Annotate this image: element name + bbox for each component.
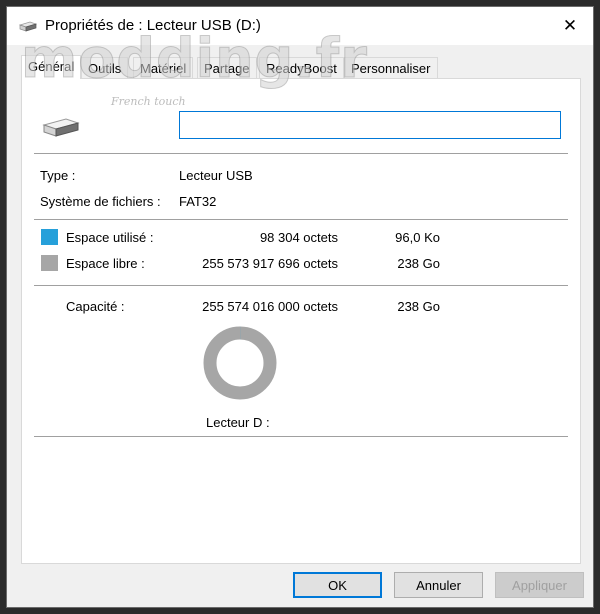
free-space-swatch bbox=[41, 255, 58, 271]
apply-button[interactable]: Appliquer bbox=[495, 572, 584, 598]
used-space-label: Espace utilisé : bbox=[66, 230, 154, 245]
drive-name-input[interactable] bbox=[179, 111, 561, 139]
tab-partage[interactable]: Partage bbox=[197, 57, 257, 78]
used-space-swatch bbox=[41, 229, 58, 245]
file-system-value: FAT32 bbox=[179, 194, 217, 209]
title-bar: Propriétés de : Lecteur USB (D:) ✕ bbox=[7, 7, 593, 45]
general-tab-panel: Type : Lecteur USB Système de fichiers :… bbox=[21, 78, 581, 564]
file-system-label: Système de fichiers : bbox=[40, 194, 161, 209]
tab-personnaliser[interactable]: Personnaliser bbox=[344, 57, 438, 78]
drive-letter-label: Lecteur D : bbox=[206, 415, 270, 430]
window-title: Propriétés de : Lecteur USB (D:) bbox=[45, 17, 261, 34]
tab-materiel[interactable]: Matériel bbox=[133, 57, 194, 78]
close-icon: ✕ bbox=[562, 16, 578, 35]
tab-general[interactable]: Général bbox=[21, 55, 82, 79]
usb-drive-icon bbox=[18, 21, 38, 36]
type-label: Type : bbox=[40, 168, 76, 183]
close-button[interactable]: ✕ bbox=[547, 7, 593, 45]
capacity-label: Capacité : bbox=[66, 299, 125, 314]
used-space-size: 96,0 Ko bbox=[395, 230, 440, 245]
free-space-label: Espace libre : bbox=[66, 256, 145, 271]
separator bbox=[34, 436, 568, 437]
used-space-bytes: 98 304 octets bbox=[259, 230, 338, 245]
free-space-bytes: 255 573 917 696 octets bbox=[202, 256, 338, 271]
capacity-bytes: 255 574 016 000 octets bbox=[202, 299, 338, 314]
separator bbox=[34, 285, 568, 286]
type-value: Lecteur USB bbox=[179, 168, 253, 183]
usage-donut-chart bbox=[203, 326, 277, 400]
properties-window: Propriétés de : Lecteur USB (D:) ✕ Génér… bbox=[6, 6, 594, 608]
usb-drive-icon bbox=[42, 117, 80, 142]
tab-readyboost[interactable]: ReadyBoost bbox=[259, 57, 344, 78]
tab-outils[interactable]: Outils bbox=[81, 57, 129, 78]
free-space-ring bbox=[203, 326, 277, 400]
separator bbox=[34, 219, 568, 220]
ok-button[interactable]: OK bbox=[293, 572, 382, 598]
capacity-size: 238 Go bbox=[397, 299, 440, 314]
cancel-button[interactable]: Annuler bbox=[394, 572, 483, 598]
separator bbox=[34, 153, 568, 154]
free-space-size: 238 Go bbox=[397, 256, 440, 271]
